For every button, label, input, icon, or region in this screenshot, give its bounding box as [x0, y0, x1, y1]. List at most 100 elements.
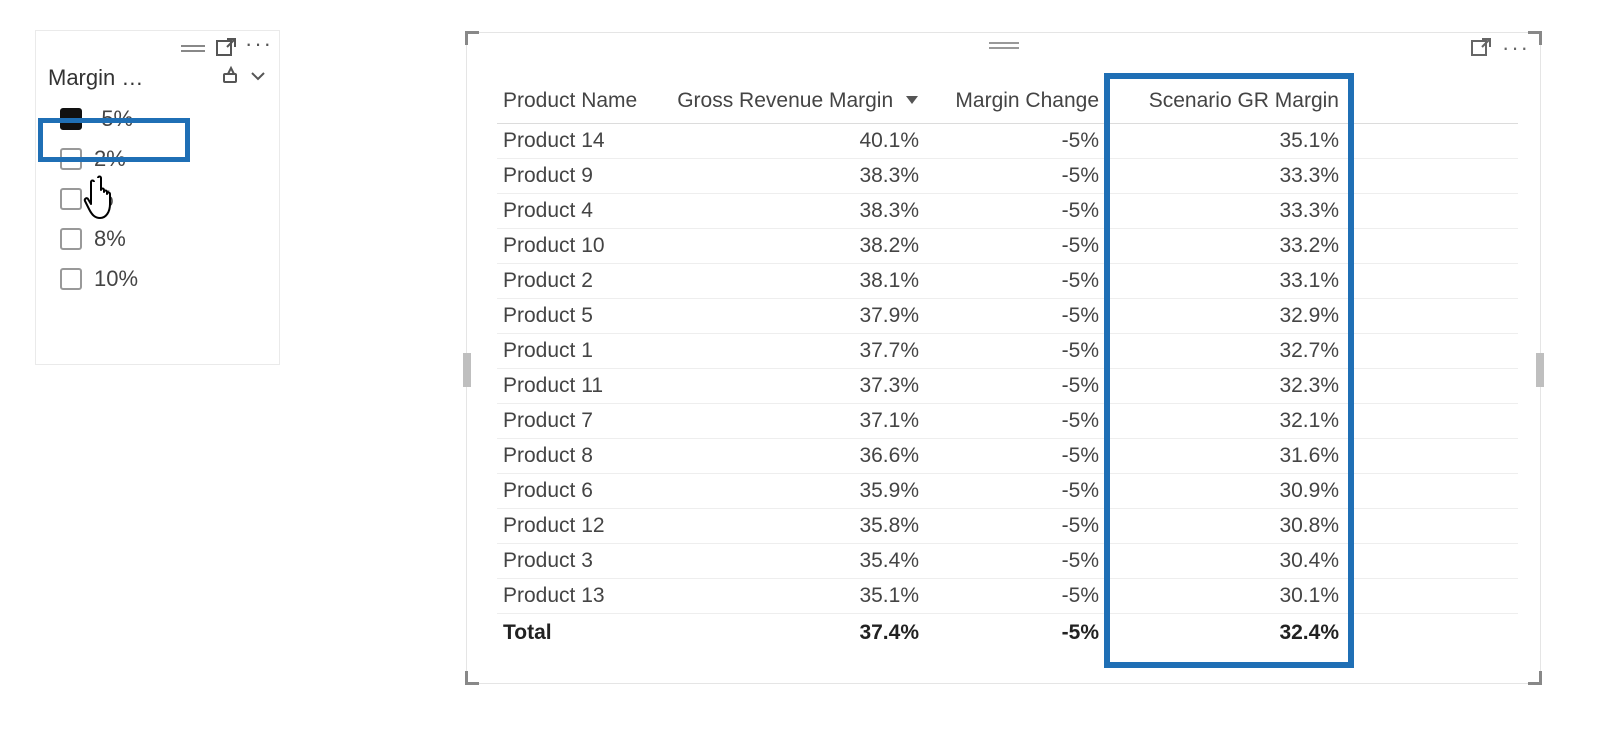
cell-grm: 37.9% — [657, 299, 927, 334]
table-row[interactable]: Product 1235.8%-5%30.8% — [497, 509, 1518, 544]
cell-product: Product 12 — [497, 509, 657, 544]
table-row[interactable]: Product 737.1%-5%32.1% — [497, 404, 1518, 439]
cell-sgr: 32.7% — [1107, 334, 1347, 369]
table-row[interactable]: Product 137.7%-5%32.7% — [497, 334, 1518, 369]
clear-selection-icon[interactable] — [221, 65, 241, 91]
cell-grm: 36.6% — [657, 439, 927, 474]
cell-mc: -5% — [927, 439, 1107, 474]
selection-corner-icon[interactable] — [465, 667, 483, 685]
cell-product: Product 8 — [497, 439, 657, 474]
table-total-row: Total 37.4% -5% 32.4% — [497, 614, 1518, 651]
table-header-row: Product Name Gross Revenue Margin Margin… — [497, 61, 1518, 124]
table-row[interactable]: Product 438.3%-5%33.3% — [497, 194, 1518, 229]
slicer-item[interactable]: 10% — [60, 259, 269, 299]
cell-grm: 37.1% — [657, 404, 927, 439]
slicer-item-label: -5% — [94, 106, 133, 132]
checkbox-icon[interactable] — [60, 108, 82, 130]
table-row[interactable]: Product 537.9%-5%32.9% — [497, 299, 1518, 334]
cell-product: Product 7 — [497, 404, 657, 439]
cell-grm: 38.1% — [657, 264, 927, 299]
cell-product: Product 4 — [497, 194, 657, 229]
total-sgr: 32.4% — [1107, 614, 1347, 651]
cell-sgr: 31.6% — [1107, 439, 1347, 474]
cell-mc: -5% — [927, 334, 1107, 369]
slicer-item[interactable]: 8% — [60, 219, 269, 259]
table-row[interactable]: Product 335.4%-5%30.4% — [497, 544, 1518, 579]
slicer-item[interactable]: 2% — [60, 139, 269, 179]
checkbox-icon[interactable] — [60, 188, 82, 210]
cell-sgr: 33.3% — [1107, 159, 1347, 194]
cell-mc: -5% — [927, 474, 1107, 509]
table-row[interactable]: Product 1038.2%-5%33.2% — [497, 229, 1518, 264]
resize-handle-icon[interactable] — [1536, 353, 1544, 387]
slicer-header[interactable]: Margin … — [36, 65, 279, 95]
cell-mc: -5% — [927, 194, 1107, 229]
slicer-items: -5% 2% % 8% 10% — [36, 95, 279, 309]
table-row[interactable]: Product 635.9%-5%30.9% — [497, 474, 1518, 509]
cell-grm: 35.8% — [657, 509, 927, 544]
total-grm: 37.4% — [657, 614, 927, 651]
slicer-item[interactable]: -5% — [60, 99, 269, 139]
drag-handle-icon[interactable] — [987, 38, 1021, 56]
cell-grm: 37.3% — [657, 369, 927, 404]
slicer-title: Margin … — [48, 65, 213, 91]
cell-mc: -5% — [927, 264, 1107, 299]
table-row[interactable]: Product 1440.1%-5%35.1% — [497, 124, 1518, 159]
selection-corner-icon[interactable] — [1524, 667, 1542, 685]
table-row[interactable]: Product 1137.3%-5%32.3% — [497, 369, 1518, 404]
table-visual[interactable]: ··· Product Name Gross Revenue Margin Ma… — [466, 32, 1541, 684]
more-options-icon[interactable]: ··· — [245, 39, 273, 49]
cell-sgr: 30.8% — [1107, 509, 1347, 544]
sort-descending-icon — [905, 87, 919, 111]
cell-mc: -5% — [927, 369, 1107, 404]
slicer-item-label: 10% — [94, 266, 138, 292]
cell-grm: 38.2% — [657, 229, 927, 264]
table-row[interactable]: Product 1335.1%-5%30.1% — [497, 579, 1518, 614]
col-header-margin-change[interactable]: Margin Change — [927, 61, 1107, 124]
table-toolbar: ··· — [467, 33, 1540, 61]
table-row[interactable]: Product 938.3%-5%33.3% — [497, 159, 1518, 194]
drag-handle-icon[interactable] — [179, 42, 207, 54]
cell-product: Product 9 — [497, 159, 657, 194]
chevron-down-icon[interactable] — [249, 65, 267, 91]
cell-mc: -5% — [927, 579, 1107, 614]
cell-product: Product 13 — [497, 579, 657, 614]
cell-sgr: 32.9% — [1107, 299, 1347, 334]
table-row[interactable]: Product 836.6%-5%31.6% — [497, 439, 1518, 474]
cell-product: Product 2 — [497, 264, 657, 299]
slicer-item[interactable]: % — [60, 179, 269, 219]
table-row[interactable]: Product 238.1%-5%33.1% — [497, 264, 1518, 299]
cell-product: Product 11 — [497, 369, 657, 404]
focus-mode-icon[interactable] — [215, 37, 237, 59]
checkbox-icon[interactable] — [60, 228, 82, 250]
col-header-scenario-gr-margin[interactable]: Scenario GR Margin — [1107, 61, 1347, 124]
cell-mc: -5% — [927, 509, 1107, 544]
focus-mode-icon[interactable] — [1470, 37, 1492, 64]
cell-grm: 37.7% — [657, 334, 927, 369]
cell-sgr: 30.9% — [1107, 474, 1347, 509]
resize-handle-icon[interactable] — [463, 353, 471, 387]
cell-sgr: 32.1% — [1107, 404, 1347, 439]
cell-sgr: 35.1% — [1107, 124, 1347, 159]
total-label: Total — [497, 614, 657, 651]
slicer-item-label: 2% — [94, 146, 126, 172]
col-header-product[interactable]: Product Name — [497, 61, 657, 124]
col-header-gross-revenue-margin[interactable]: Gross Revenue Margin — [657, 61, 927, 124]
cell-mc: -5% — [927, 124, 1107, 159]
cell-sgr: 30.1% — [1107, 579, 1347, 614]
cell-mc: -5% — [927, 404, 1107, 439]
data-table: Product Name Gross Revenue Margin Margin… — [497, 61, 1518, 650]
slicer-visual[interactable]: ··· Margin … -5% 2% % 8% 10% — [35, 30, 280, 365]
checkbox-icon[interactable] — [60, 268, 82, 290]
cell-grm: 40.1% — [657, 124, 927, 159]
cell-grm: 35.1% — [657, 579, 927, 614]
checkbox-icon[interactable] — [60, 148, 82, 170]
slicer-item-label: 8% — [94, 226, 126, 252]
more-options-icon[interactable]: ··· — [1502, 43, 1530, 53]
cell-sgr: 30.4% — [1107, 544, 1347, 579]
slicer-item-label: % — [94, 186, 114, 212]
cell-product: Product 3 — [497, 544, 657, 579]
cell-product: Product 6 — [497, 474, 657, 509]
cell-sgr: 33.3% — [1107, 194, 1347, 229]
slicer-toolbar: ··· — [36, 31, 279, 65]
